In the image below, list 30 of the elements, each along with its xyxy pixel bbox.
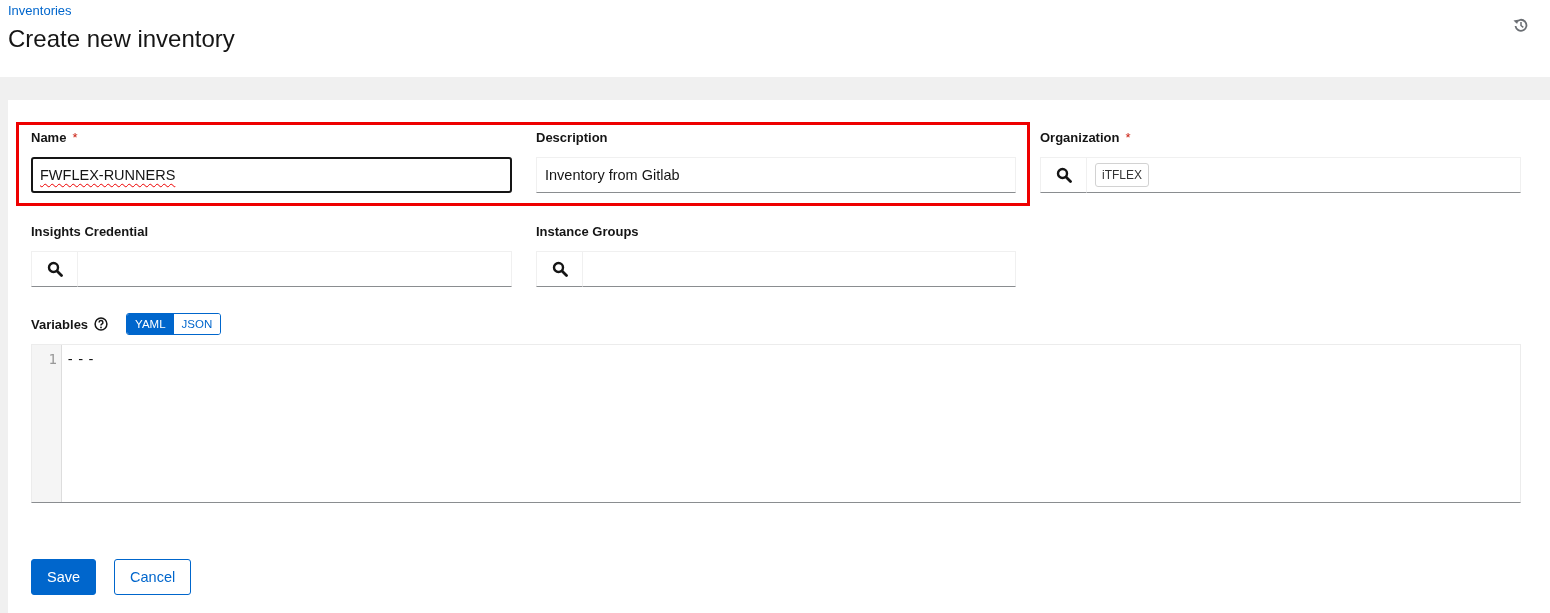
field-label: Organization <box>1040 130 1120 145</box>
lookup-field[interactable]: iTFLEX <box>1087 157 1521 193</box>
search-icon <box>1055 167 1072 183</box>
search-icon <box>551 261 568 277</box>
field-label: Description <box>536 130 608 145</box>
history-icon[interactable] <box>1513 17 1529 33</box>
cancel-button[interactable]: Cancel <box>114 559 192 595</box>
text-field[interactable]: FWFLEX-RUNNERS <box>31 157 512 193</box>
save-button[interactable]: Save <box>31 559 97 595</box>
selection-chip: iTFLEX <box>1095 163 1149 187</box>
line-number: 1 <box>48 351 57 367</box>
search-button[interactable] <box>31 251 78 287</box>
lookup-field[interactable] <box>583 251 1016 287</box>
mode-toggle[interactable]: YAML <box>127 314 174 334</box>
lookup-field[interactable] <box>78 251 512 287</box>
code-line: --- <box>66 351 98 367</box>
text-field[interactable]: Inventory from Gitlab <box>536 157 1016 193</box>
code-editor[interactable]: 1 --- <box>31 344 1521 503</box>
required-mark: * <box>72 130 78 145</box>
breadcrumb-link[interactable]: Inventories <box>8 3 72 18</box>
field-label: Name <box>31 130 67 145</box>
search-button[interactable] <box>536 251 583 287</box>
help-icon[interactable] <box>94 317 109 331</box>
field-label: Insights Credential <box>31 224 149 239</box>
search-icon <box>46 261 63 277</box>
field-label: Variables <box>31 316 89 332</box>
search-button[interactable] <box>1040 157 1087 193</box>
required-mark: * <box>1125 130 1131 145</box>
field-label: Instance Groups <box>536 224 639 239</box>
page-title: Create new inventory <box>8 25 235 53</box>
